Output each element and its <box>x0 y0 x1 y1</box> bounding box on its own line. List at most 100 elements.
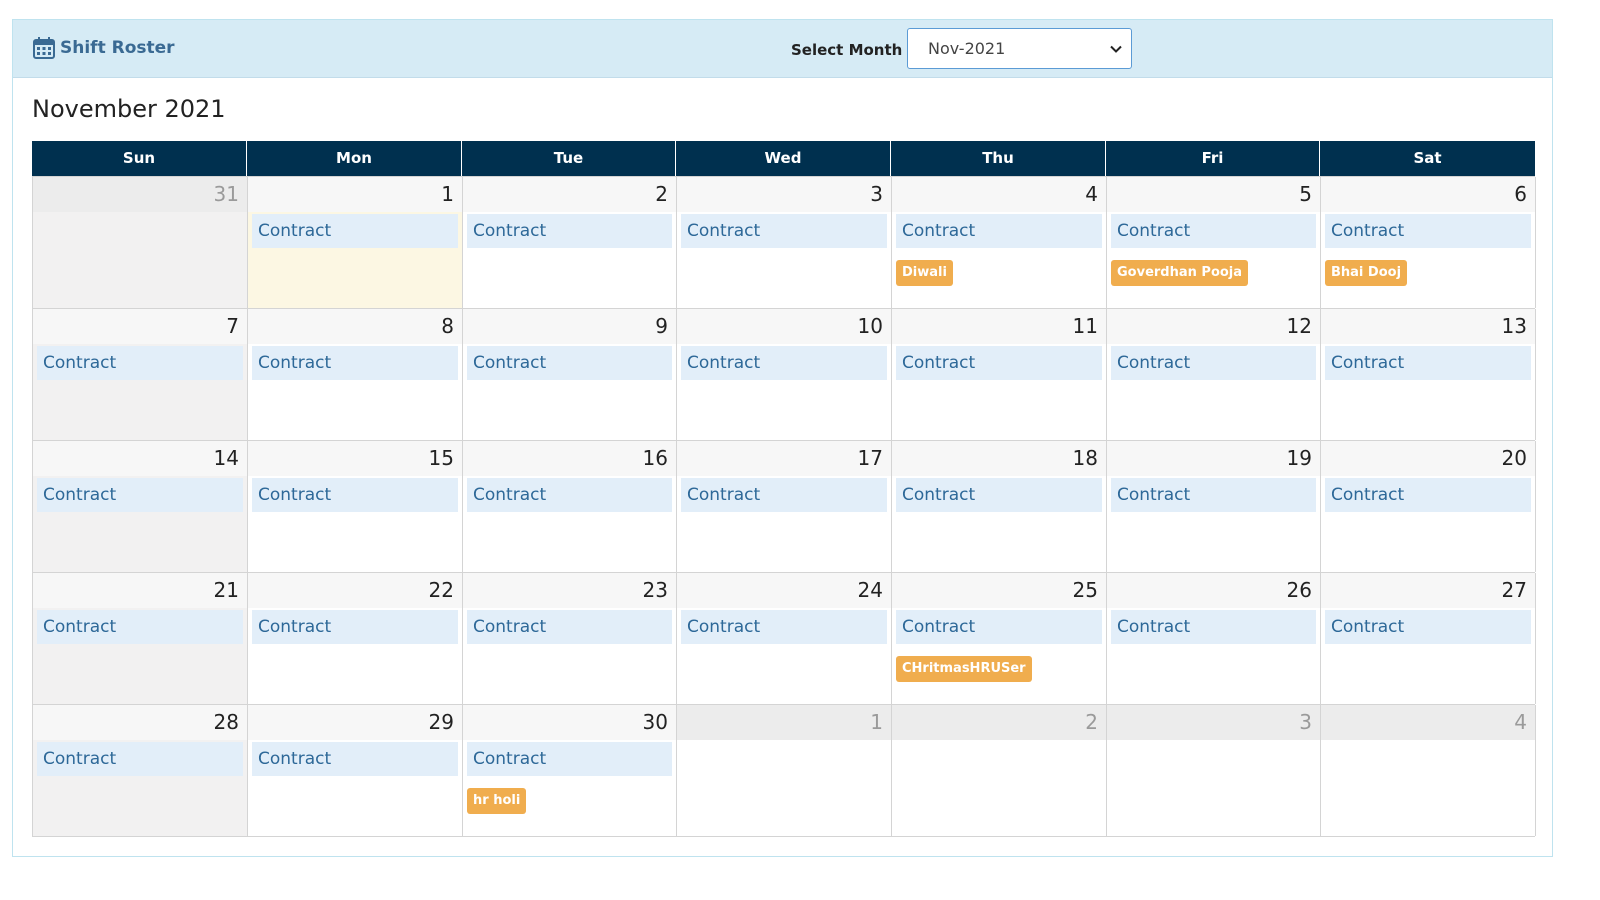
shift-event[interactable]: Contract <box>467 742 672 776</box>
shift-event[interactable]: Contract <box>1111 346 1316 380</box>
calendar-day[interactable]: 4 Contract Diwali <box>892 177 1107 308</box>
calendar-day[interactable]: 15 Contract <box>248 441 463 572</box>
calendar-day[interactable]: 13 Contract <box>1321 309 1536 440</box>
shift-event[interactable]: Contract <box>896 214 1102 248</box>
calendar-day[interactable]: 29 Contract <box>248 705 463 836</box>
calendar-day[interactable]: 5 Contract Goverdhan Pooja <box>1107 177 1321 308</box>
day-number: 8 <box>248 309 462 344</box>
holiday-badge[interactable]: Bhai Dooj <box>1325 260 1408 286</box>
day-number: 4 <box>1321 705 1535 740</box>
shift-event[interactable]: Contract <box>467 214 672 248</box>
day-number: 30 <box>463 705 676 740</box>
shift-event[interactable]: Contract <box>252 610 458 644</box>
holiday-badge[interactable]: Goverdhan Pooja <box>1111 260 1249 286</box>
calendar-day[interactable]: 2 Contract <box>463 177 677 308</box>
holiday-badge[interactable]: CHritmasHRUSer <box>896 656 1032 682</box>
calendar-day[interactable]: 9 Contract <box>463 309 677 440</box>
shift-event[interactable]: Contract <box>681 478 887 512</box>
day-number: 3 <box>677 177 891 212</box>
calendar-day[interactable]: 18 Contract <box>892 441 1107 572</box>
calendar-day[interactable]: 10 Contract <box>677 309 892 440</box>
shift-roster-title[interactable]: Shift Roster <box>32 36 175 60</box>
shift-event[interactable]: Contract <box>467 610 672 644</box>
holiday-badge[interactable]: Diwali <box>896 260 953 286</box>
day-number: 27 <box>1321 573 1535 608</box>
calendar-day[interactable]: 7 Contract <box>33 309 248 440</box>
shift-event[interactable]: Contract <box>1325 610 1531 644</box>
shift-event[interactable]: Contract <box>467 346 672 380</box>
shift-event[interactable]: Contract <box>896 346 1102 380</box>
calendar-day[interactable]: 3 Contract <box>677 177 892 308</box>
calendar-day[interactable]: 3 <box>1107 705 1321 836</box>
calendar-day[interactable]: 23 Contract <box>463 573 677 704</box>
holiday-badge[interactable]: hr holi <box>467 788 527 814</box>
day-number: 21 <box>33 573 247 608</box>
day-number: 1 <box>248 177 462 212</box>
shift-event[interactable]: Contract <box>252 742 458 776</box>
calendar-day[interactable]: 4 <box>1321 705 1536 836</box>
shift-event[interactable]: Contract <box>1111 214 1316 248</box>
shift-event[interactable]: Contract <box>681 214 887 248</box>
shift-event[interactable]: Contract <box>467 478 672 512</box>
shift-event[interactable]: Contract <box>37 346 243 380</box>
shift-event[interactable]: Contract <box>252 478 458 512</box>
calendar-day[interactable]: 2 <box>892 705 1107 836</box>
shift-event[interactable]: Contract <box>681 346 887 380</box>
calendar-day[interactable]: 12 Contract <box>1107 309 1321 440</box>
calendar-week: 7 Contract 8 Contract 9 Contract 10 Contract 11 C… <box>33 308 1536 440</box>
month-select[interactable]: Nov-2021 <box>907 28 1132 69</box>
shift-event[interactable]: Contract <box>37 610 243 644</box>
calendar-day[interactable]: 30 Contract hr holi <box>463 705 677 836</box>
day-number: 3 <box>1107 705 1320 740</box>
calendar-day[interactable]: 19 Contract <box>1107 441 1321 572</box>
shift-event[interactable]: Contract <box>252 214 458 248</box>
shift-event[interactable]: Contract <box>252 346 458 380</box>
calendar-day[interactable]: 26 Contract <box>1107 573 1321 704</box>
calendar-day[interactable]: 16 Contract <box>463 441 677 572</box>
calendar-day[interactable]: 25 Contract CHritmasHRUSer <box>892 573 1107 704</box>
calendar-day[interactable]: 1 Contract <box>248 177 463 308</box>
weekday-header: Sun Mon Tue Wed Thu Fri Sat <box>32 141 1535 176</box>
calendar-day[interactable]: 21 Contract <box>33 573 248 704</box>
weekday-sun: Sun <box>32 141 247 176</box>
month-select-value: Nov-2021 <box>928 39 1006 58</box>
shift-event[interactable]: Contract <box>37 742 243 776</box>
calendar-day[interactable]: 22 Contract <box>248 573 463 704</box>
shift-event[interactable]: Contract <box>1325 346 1531 380</box>
calendar-day[interactable]: 31 <box>33 177 248 308</box>
day-number: 22 <box>248 573 462 608</box>
day-number: 4 <box>892 177 1106 212</box>
day-number: 2 <box>463 177 676 212</box>
calendar-day[interactable]: 6 Contract Bhai Dooj <box>1321 177 1536 308</box>
shift-event[interactable]: Contract <box>896 610 1102 644</box>
calendar-title: November 2021 <box>32 95 226 123</box>
day-number: 11 <box>892 309 1106 344</box>
day-number: 25 <box>892 573 1106 608</box>
shift-event[interactable]: Contract <box>1111 610 1316 644</box>
calendar-day[interactable]: 28 Contract <box>33 705 248 836</box>
shift-event[interactable]: Contract <box>1111 478 1316 512</box>
shift-event[interactable]: Contract <box>37 478 243 512</box>
calendar-day[interactable]: 8 Contract <box>248 309 463 440</box>
calendar-day[interactable]: 24 Contract <box>677 573 892 704</box>
calendar-day[interactable]: 14 Contract <box>33 441 248 572</box>
day-number: 29 <box>248 705 462 740</box>
shift-event[interactable]: Contract <box>1325 478 1531 512</box>
weekday-thu: Thu <box>891 141 1106 176</box>
calendar-day[interactable]: 20 Contract <box>1321 441 1536 572</box>
shift-event[interactable]: Contract <box>896 478 1102 512</box>
shift-event[interactable]: Contract <box>681 610 887 644</box>
shift-roster-label: Shift Roster <box>60 38 175 58</box>
panel-header: Shift Roster Select Month Nov-2021 <box>13 20 1552 78</box>
shift-event[interactable]: Contract <box>1325 214 1531 248</box>
day-number: 20 <box>1321 441 1535 476</box>
day-number: 15 <box>248 441 462 476</box>
calendar-icon <box>32 36 56 60</box>
calendar-day[interactable]: 17 Contract <box>677 441 892 572</box>
calendar-day[interactable]: 27 Contract <box>1321 573 1536 704</box>
chevron-down-icon <box>1109 41 1123 60</box>
calendar-day[interactable]: 11 Contract <box>892 309 1107 440</box>
calendar-day[interactable]: 1 <box>677 705 892 836</box>
calendar-body: 31 1 Contract 2 Contract 3 Contract 4 Contract Di… <box>32 176 1536 837</box>
calendar-week: 31 1 Contract 2 Contract 3 Contract 4 Contract Di… <box>33 176 1536 308</box>
